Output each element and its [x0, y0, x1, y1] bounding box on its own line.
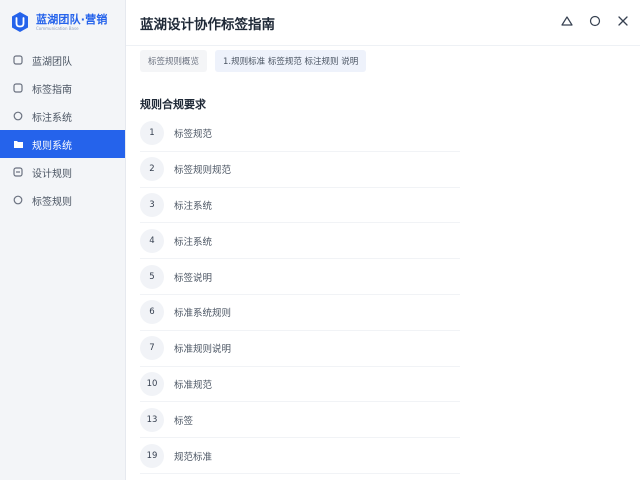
sidebar-item-0[interactable]: 蓝湖团队 [0, 46, 125, 74]
brand-logo-icon [10, 11, 30, 33]
sidebar-item-5[interactable]: 标签规则 [0, 186, 125, 214]
number-badge: 4 [140, 228, 164, 253]
list-item-label: 标签说明 [174, 272, 213, 284]
sidebar-item-3[interactable]: 规则系统 [0, 130, 125, 158]
list-item[interactable]: 7 标准规则说明 [140, 331, 460, 367]
number-badge: 5 [140, 264, 164, 289]
brand-subtitle: Communication Base [36, 25, 79, 31]
list-item-label: 标准规范 [174, 379, 213, 391]
number-badge: 6 [140, 300, 164, 325]
list-item-label: 标准规则说明 [174, 344, 232, 356]
sidebar-item-label: 标签规则 [32, 196, 72, 208]
list-item[interactable]: 19 规范标准 [140, 438, 460, 474]
close-icon[interactable] [616, 12, 630, 30]
brand-title: 蓝湖团队·营销 [36, 12, 108, 26]
number-badge: 3 [140, 192, 164, 217]
tab-label: 1.规则标准 标签规范 标注规则 说明 [223, 57, 359, 67]
tab-bar: 标签规则概览 1.规则标准 标签规范 标注规则 说明 [126, 46, 640, 74]
section-title: 规则合规要求 [140, 98, 206, 111]
number-badge: 19 [140, 443, 164, 468]
sidebar-item-label: 标注系统 [32, 112, 72, 124]
circle-icon [12, 110, 24, 122]
number-badge: 2 [140, 157, 164, 182]
number-badge: 7 [140, 336, 164, 361]
square-icon [12, 54, 24, 66]
sidebar: 蓝湖团队·营销 Communication Base 蓝湖团队 标签指南 标注系… [0, 0, 126, 480]
list-item[interactable]: 4 标注系统 [140, 223, 460, 260]
circle-icon [12, 194, 24, 206]
list-item[interactable]: 13 标签 [140, 402, 460, 439]
square-icon [12, 82, 24, 94]
tab-rules[interactable]: 1.规则标准 标签规范 标注规则 说明 [215, 50, 367, 72]
sidebar-item-label: 规则系统 [32, 140, 72, 152]
folder-icon [12, 138, 24, 150]
main-panel: 蓝湖设计协作标签指南 标签规则概览 1.规则标准 标签规范 标注规则 说明 规则… [126, 0, 640, 480]
number-badge: 10 [140, 371, 164, 396]
list-item[interactable]: 6 标准系统规则 [140, 295, 460, 331]
number-badge: 1 [140, 121, 164, 146]
list-item-label: 规范标准 [174, 451, 213, 463]
list-item-label: 标签 [174, 415, 194, 427]
sidebar-nav: 蓝湖团队 标签指南 标注系统 规则系统 设计规则 标签规则 [0, 46, 125, 214]
brand-text: 蓝湖团队·营销 Communication Base [36, 14, 108, 31]
sidebar-item-2[interactable]: 标注系统 [0, 102, 125, 130]
tab-label: 标签规则概览 [148, 57, 200, 67]
list-item[interactable]: 10 标准规范 [140, 367, 460, 403]
list-item[interactable]: 5 标签说明 [140, 259, 460, 295]
app-window: 蓝湖团队·营销 Communication Base 蓝湖团队 标签指南 标注系… [0, 0, 640, 480]
circle-button-icon[interactable] [588, 12, 602, 30]
sidebar-item-label: 蓝湖团队 [32, 56, 72, 68]
sidebar-item-label: 标签指南 [32, 84, 72, 96]
brand[interactable]: 蓝湖团队·营销 Communication Base [0, 0, 125, 44]
minus-square-icon [12, 166, 24, 178]
list-item-label: 标注系统 [174, 200, 213, 212]
sidebar-item-1[interactable]: 标签指南 [0, 74, 125, 102]
list-item-label: 标签规则规范 [174, 165, 232, 177]
triangle-icon[interactable] [560, 12, 574, 30]
tab-overview[interactable]: 标签规则概览 [140, 50, 208, 72]
list-item[interactable]: 1 标签规范 [140, 116, 460, 152]
list-item-label: 标签规范 [174, 129, 213, 141]
number-badge: 13 [140, 407, 164, 432]
list-item-label: 标注系统 [174, 236, 213, 248]
window-controls [560, 12, 630, 30]
list-item-label: 标准系统规则 [174, 308, 232, 320]
page-title: 蓝湖设计协作标签指南 [140, 16, 275, 33]
rule-list: 1 标签规范 2 标签规则规范 3 标注系统 4 标注系统 5 标签说明 6 标… [126, 116, 460, 474]
sidebar-item-4[interactable]: 设计规则 [0, 158, 125, 186]
list-item[interactable]: 3 标注系统 [140, 188, 460, 224]
sidebar-item-label: 设计规则 [32, 168, 72, 180]
list-item[interactable]: 2 标签规则规范 [140, 152, 460, 188]
